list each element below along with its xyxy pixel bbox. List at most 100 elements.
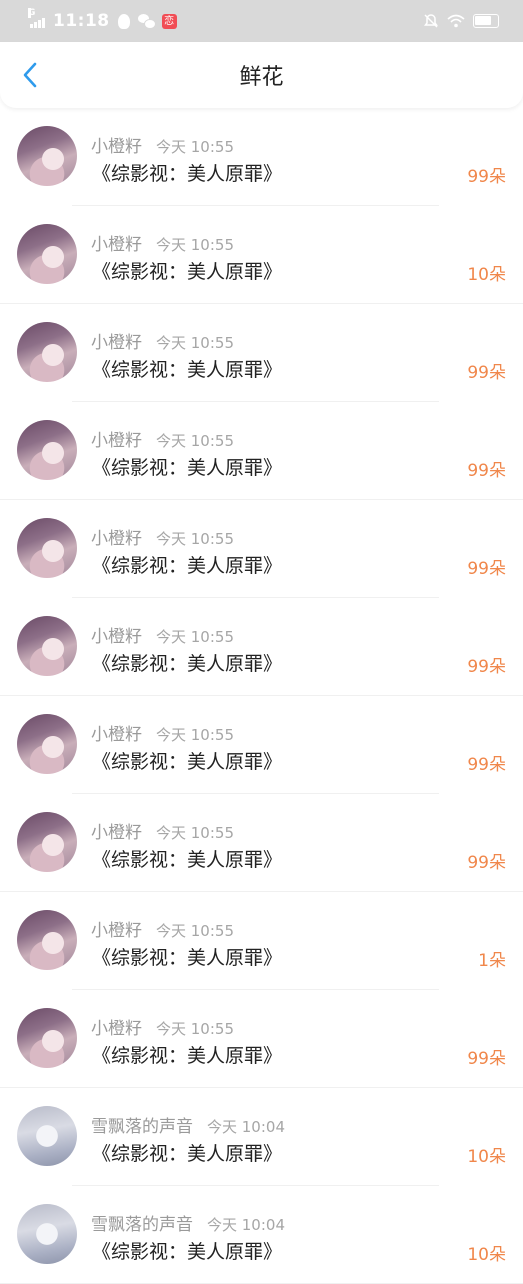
list-item[interactable]: 小橙籽 今天 10:55 《综影视：美人原罪》 99朵 [0,304,523,402]
timestamp: 今天 10:55 [156,922,234,940]
user-name: 雪飘落的声音 [91,1215,193,1235]
avatar[interactable] [17,812,77,872]
signal-icon: G [28,8,45,28]
chevron-left-icon [23,62,37,88]
timestamp: 今天 10:55 [156,334,234,352]
list-item[interactable]: 小橙籽 今天 10:55 《综影视：美人原罪》 99朵 [0,794,523,892]
battery-icon [473,14,499,28]
user-name: 小橙籽 [91,235,142,255]
item-meta: 小橙籽 今天 10:55 [91,132,234,157]
app-notification-icon: 恋 [161,13,177,29]
flower-amount: 99朵 [467,853,506,873]
avatar[interactable] [17,1008,77,1068]
list-item[interactable]: 雪飘落的声音 今天 10:04 《综影视：美人原罪》 10朵 [0,1186,523,1284]
item-meta: 小橙籽 今天 10:55 [91,1014,234,1039]
list-item[interactable]: 小橙籽 今天 10:55 《综影视：美人原罪》 99朵 [0,990,523,1088]
timestamp: 今天 10:55 [156,530,234,548]
item-meta: 小橙籽 今天 10:55 [91,426,234,451]
list-item[interactable]: 小橙籽 今天 10:55 《综影视：美人原罪》 99朵 [0,108,523,206]
user-name: 雪飘落的声音 [91,1117,193,1137]
flower-amount: 10朵 [467,1147,506,1167]
list-item[interactable]: 小橙籽 今天 10:55 《综影视：美人原罪》 99朵 [0,402,523,500]
flower-amount: 99朵 [467,755,506,775]
book-title: 《综影视：美人原罪》 [92,1241,283,1263]
flower-amount: 99朵 [467,657,506,677]
user-name: 小橙籽 [91,921,142,941]
network-type-label: G [28,8,36,18]
timestamp: 今天 10:04 [207,1216,285,1234]
status-time: 11:18 [53,11,110,31]
item-meta: 小橙籽 今天 10:55 [91,524,234,549]
item-meta: 小橙籽 今天 10:55 [91,230,234,255]
flower-amount: 1朵 [478,951,506,971]
timestamp: 今天 10:55 [156,824,234,842]
wifi-icon [447,14,465,28]
user-name: 小橙籽 [91,1019,142,1039]
page-title: 鲜花 [239,65,284,90]
avatar[interactable] [17,224,77,284]
nav-bar: 鲜花 [0,42,523,108]
status-left: G 11:18 恋 [28,8,177,31]
user-name: 小橙籽 [91,333,142,353]
item-meta: 小橙籽 今天 10:55 [91,720,234,745]
list-item[interactable]: 小橙籽 今天 10:55 《综影视：美人原罪》 1朵 [0,892,523,990]
wechat-icon [137,14,156,29]
timestamp: 今天 10:55 [156,726,234,744]
flower-amount: 99朵 [467,1049,506,1069]
avatar[interactable] [17,1106,77,1166]
item-meta: 小橙籽 今天 10:55 [91,622,234,647]
flower-amount: 99朵 [467,167,506,187]
avatar[interactable] [17,1204,77,1264]
timestamp: 今天 10:55 [156,628,234,646]
book-title: 《综影视：美人原罪》 [92,849,283,871]
flower-amount: 99朵 [467,363,506,383]
book-title: 《综影视：美人原罪》 [92,1143,283,1165]
book-title: 《综影视：美人原罪》 [92,261,283,283]
user-name: 小橙籽 [91,627,142,647]
mute-bell-icon [424,14,438,28]
flower-amount: 10朵 [467,265,506,285]
timestamp: 今天 10:04 [207,1118,285,1136]
avatar[interactable] [17,910,77,970]
avatar[interactable] [17,714,77,774]
flower-amount: 99朵 [467,461,506,481]
user-name: 小橙籽 [91,431,142,451]
user-name: 小橙籽 [91,725,142,745]
item-meta: 雪飘落的声音 今天 10:04 [91,1210,285,1235]
avatar[interactable] [17,322,77,382]
item-meta: 雪飘落的声音 今天 10:04 [91,1112,285,1137]
flower-amount: 10朵 [467,1245,506,1265]
book-title: 《综影视：美人原罪》 [92,457,283,479]
status-bar: G 11:18 恋 [0,0,523,42]
back-button[interactable] [14,59,46,91]
timestamp: 今天 10:55 [156,236,234,254]
list-item[interactable]: 小橙籽 今天 10:55 《综影视：美人原罪》 99朵 [0,696,523,794]
item-meta: 小橙籽 今天 10:55 [91,916,234,941]
item-meta: 小橙籽 今天 10:55 [91,818,234,843]
status-right [423,13,499,29]
user-name: 小橙籽 [91,529,142,549]
book-title: 《综影视：美人原罪》 [92,163,283,185]
timestamp: 今天 10:55 [156,432,234,450]
avatar[interactable] [17,518,77,578]
list-item[interactable]: 小橙籽 今天 10:55 《综影视：美人原罪》 99朵 [0,500,523,598]
avatar[interactable] [17,126,77,186]
avatar[interactable] [17,616,77,676]
timestamp: 今天 10:55 [156,138,234,156]
user-name: 小橙籽 [91,137,142,157]
list-item[interactable]: 雪飘落的声音 今天 10:04 《综影视：美人原罪》 10朵 [0,1088,523,1186]
item-meta: 小橙籽 今天 10:55 [91,328,234,353]
avatar[interactable] [17,420,77,480]
book-title: 《综影视：美人原罪》 [92,653,283,675]
book-title: 《综影视：美人原罪》 [92,359,283,381]
book-title: 《综影视：美人原罪》 [92,751,283,773]
list-item[interactable]: 小橙籽 今天 10:55 《综影视：美人原罪》 99朵 [0,598,523,696]
timestamp: 今天 10:55 [156,1020,234,1038]
user-name: 小橙籽 [91,823,142,843]
flower-amount: 99朵 [467,559,506,579]
flower-list: 小橙籽 今天 10:55 《综影视：美人原罪》 99朵 小橙籽 今天 10:55 《综影视：… [0,108,523,1284]
list-item[interactable]: 小橙籽 今天 10:55 《综影视：美人原罪》 10朵 [0,206,523,304]
book-title: 《综影视：美人原罪》 [92,555,283,577]
book-title: 《综影视：美人原罪》 [92,1045,283,1067]
book-title: 《综影视：美人原罪》 [92,947,283,969]
